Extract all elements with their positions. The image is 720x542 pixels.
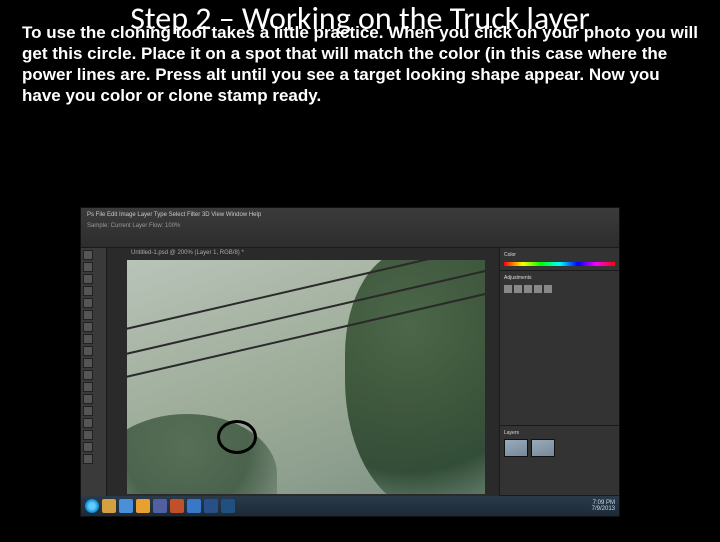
document-tab: Untitled-1.psd @ 200% (Layer 1, RGB/8) *: [127, 248, 248, 258]
tool-icon: [83, 358, 93, 368]
hue-slider: [504, 262, 615, 266]
taskbar-app-icon: [102, 499, 116, 513]
tool-icon: [83, 322, 93, 332]
photoshop-screenshot: Ps File Edit Image Layer Type Select Fil…: [80, 207, 620, 517]
tool-icon: [83, 394, 93, 404]
panel-title: Adjustments: [504, 275, 615, 281]
tool-icon: [83, 346, 93, 356]
options-bar: Sample: Current Layer Flow: 100%: [87, 222, 613, 230]
tool-icon: [83, 298, 93, 308]
taskbar-app-icon: [153, 499, 167, 513]
tool-icon: [83, 454, 93, 464]
taskbar-app-icon: [136, 499, 150, 513]
start-button-icon: [85, 499, 99, 513]
tool-icon: [83, 286, 93, 296]
photoshop-menubar: Ps File Edit Image Layer Type Select Fil…: [81, 208, 619, 248]
tool-icon: [83, 382, 93, 392]
tool-icon: [83, 274, 93, 284]
tool-icon: [83, 310, 93, 320]
tool-icon: [83, 250, 93, 260]
adjustment-icon: [544, 285, 552, 293]
taskbar-app-icon: [170, 499, 184, 513]
tool-icon: [83, 262, 93, 272]
adjustment-icon: [524, 285, 532, 293]
layer-thumbnail: [504, 439, 528, 457]
system-clock: 7:09 PM 7/9/2013: [592, 500, 615, 512]
clock-date: 7/9/2013: [592, 506, 615, 512]
adjustment-icon: [504, 285, 512, 293]
tool-icon: [83, 370, 93, 380]
tool-icon: [83, 418, 93, 428]
taskbar-app-icon: [204, 499, 218, 513]
menu-row: Ps File Edit Image Layer Type Select Fil…: [87, 211, 613, 219]
tools-panel: [81, 248, 107, 496]
tool-icon: [83, 442, 93, 452]
adjustments-panel: Adjustments: [500, 271, 619, 426]
windows-taskbar: 7:09 PM 7/9/2013: [81, 496, 619, 516]
layers-panel: Layers: [500, 426, 619, 496]
taskbar-app-icon: [221, 499, 235, 513]
tree-foliage: [345, 260, 485, 494]
tree-foliage: [127, 414, 277, 494]
tool-icon: [83, 406, 93, 416]
taskbar-app-icon: [187, 499, 201, 513]
panel-title: Color: [504, 252, 615, 258]
canvas-area: [127, 260, 485, 494]
clone-cursor-circle: [217, 420, 257, 454]
right-panels: Color Adjustments Layers: [499, 248, 619, 496]
adjustment-icon: [514, 285, 522, 293]
tool-icon: [83, 334, 93, 344]
adjustment-icon: [534, 285, 542, 293]
color-panel: Color: [500, 248, 619, 271]
panel-title: Layers: [504, 430, 615, 436]
layer-thumbnail: [531, 439, 555, 457]
tool-icon: [83, 430, 93, 440]
taskbar-app-icon: [119, 499, 133, 513]
slide-body-text: To use the cloning tool takes a little p…: [0, 22, 720, 107]
